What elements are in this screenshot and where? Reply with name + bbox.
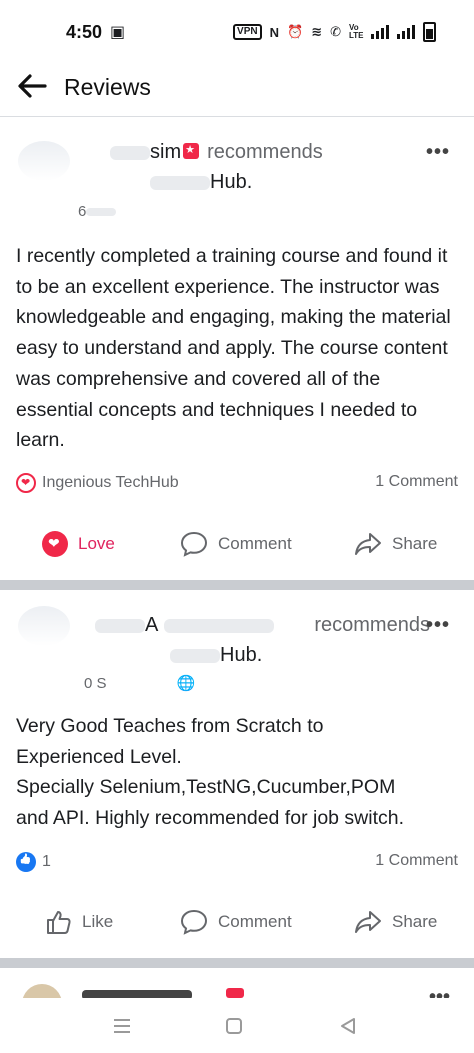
call-icon: ✆ — [330, 24, 341, 39]
back-arrow-icon[interactable] — [14, 68, 50, 104]
post-header: Arecommends — [95, 614, 430, 637]
share-icon — [355, 911, 381, 933]
share-button[interactable]: Share — [354, 902, 437, 942]
page-title: Reviews — [64, 74, 151, 100]
back-triangle-icon[interactable] — [336, 1014, 360, 1038]
comment-icon — [180, 909, 208, 935]
recommends-text: recommends — [207, 141, 323, 163]
more-options-icon[interactable]: ••• — [426, 614, 450, 637]
signal-2-icon — [397, 25, 415, 39]
post-actions: Love Comment Share — [0, 524, 474, 564]
nfc-icon: N — [269, 24, 279, 40]
share-icon — [355, 533, 381, 555]
love-button[interactable]: Love — [42, 524, 115, 564]
review-text: I recently completed a training course a… — [16, 245, 451, 452]
review-post: Arecommends Hub. 0 S 🌐 ••• Very Good Teac… — [0, 590, 474, 958]
lte-icon: Vo LTE — [349, 23, 364, 40]
post-actions: Like Comment Share — [0, 902, 474, 942]
share-button[interactable]: Share — [354, 524, 437, 564]
like-reaction-icon — [16, 852, 36, 872]
home-icon[interactable] — [222, 1014, 246, 1038]
page-name-line: Hub. — [150, 171, 252, 194]
more-options-icon[interactable]: ••• — [429, 986, 450, 998]
post-date: 0 S 🌐 — [84, 675, 196, 692]
redacted-name — [110, 145, 150, 160]
alarm-icon: ⏰ — [287, 24, 304, 39]
avatar[interactable] — [18, 141, 70, 181]
page-name[interactable]: Hub. — [220, 644, 262, 666]
comment-button[interactable]: Comment — [180, 902, 292, 942]
avatar[interactable] — [18, 606, 70, 646]
like-button[interactable]: Like — [46, 902, 113, 942]
page-name-line: Hub. — [170, 644, 262, 667]
globe-icon: 🌐 — [176, 675, 196, 692]
recents-menu-icon[interactable] — [110, 1014, 134, 1038]
more-options-icon[interactable]: ••• — [426, 141, 450, 164]
app-header: Reviews — [0, 64, 474, 117]
heart-icon — [42, 531, 68, 557]
author-name[interactable]: A — [145, 614, 158, 636]
wifi-icon: ≋ — [311, 24, 323, 39]
signal-icon — [371, 25, 389, 39]
post-separator — [0, 580, 474, 590]
reactions-bar: Ingenious TechHub 1 Comment — [16, 473, 458, 497]
redacted-page — [150, 175, 210, 190]
notification-icon: ▣ — [110, 24, 126, 41]
status-icons: VPN N ⏰ ≋ ✆ Vo LTE — [233, 22, 436, 42]
reactions-bar: 1 1 Comment — [16, 852, 458, 876]
review-text: Very Good Teaches from Scratch to Experi… — [16, 715, 405, 830]
avatar[interactable] — [22, 984, 62, 998]
reaction-count[interactable]: 1 — [42, 853, 51, 871]
recommend-icon — [226, 988, 244, 998]
post-header: sim recommends — [110, 141, 323, 164]
review-post: sim recommends Hub. 6 ••• I recently comp… — [0, 117, 474, 579]
vpn-icon: VPN — [233, 24, 262, 40]
love-reaction-icon — [16, 473, 36, 493]
system-nav-bar — [0, 998, 474, 1053]
post-date: 6 — [78, 203, 117, 220]
battery-icon — [423, 22, 436, 42]
thumbs-up-icon — [47, 911, 71, 934]
recommends-text: recommends — [314, 614, 430, 636]
page-name[interactable]: Hub. — [210, 171, 252, 193]
comment-count[interactable]: 1 Comment — [375, 473, 458, 491]
comment-count[interactable]: 1 Comment — [375, 852, 458, 870]
comment-icon — [180, 531, 208, 557]
review-post: ••• — [0, 968, 474, 998]
comment-button[interactable]: Comment — [180, 524, 292, 564]
post-separator — [0, 958, 474, 968]
author-name[interactable]: sim — [150, 141, 181, 163]
status-time: 4:50 — [66, 22, 103, 42]
reaction-label[interactable]: Ingenious TechHub — [42, 474, 179, 492]
recommend-icon — [183, 143, 200, 159]
status-bar: 4:50 ▣ VPN N ⏰ ≋ ✆ Vo LTE — [0, 0, 474, 64]
redacted-name — [82, 990, 192, 998]
